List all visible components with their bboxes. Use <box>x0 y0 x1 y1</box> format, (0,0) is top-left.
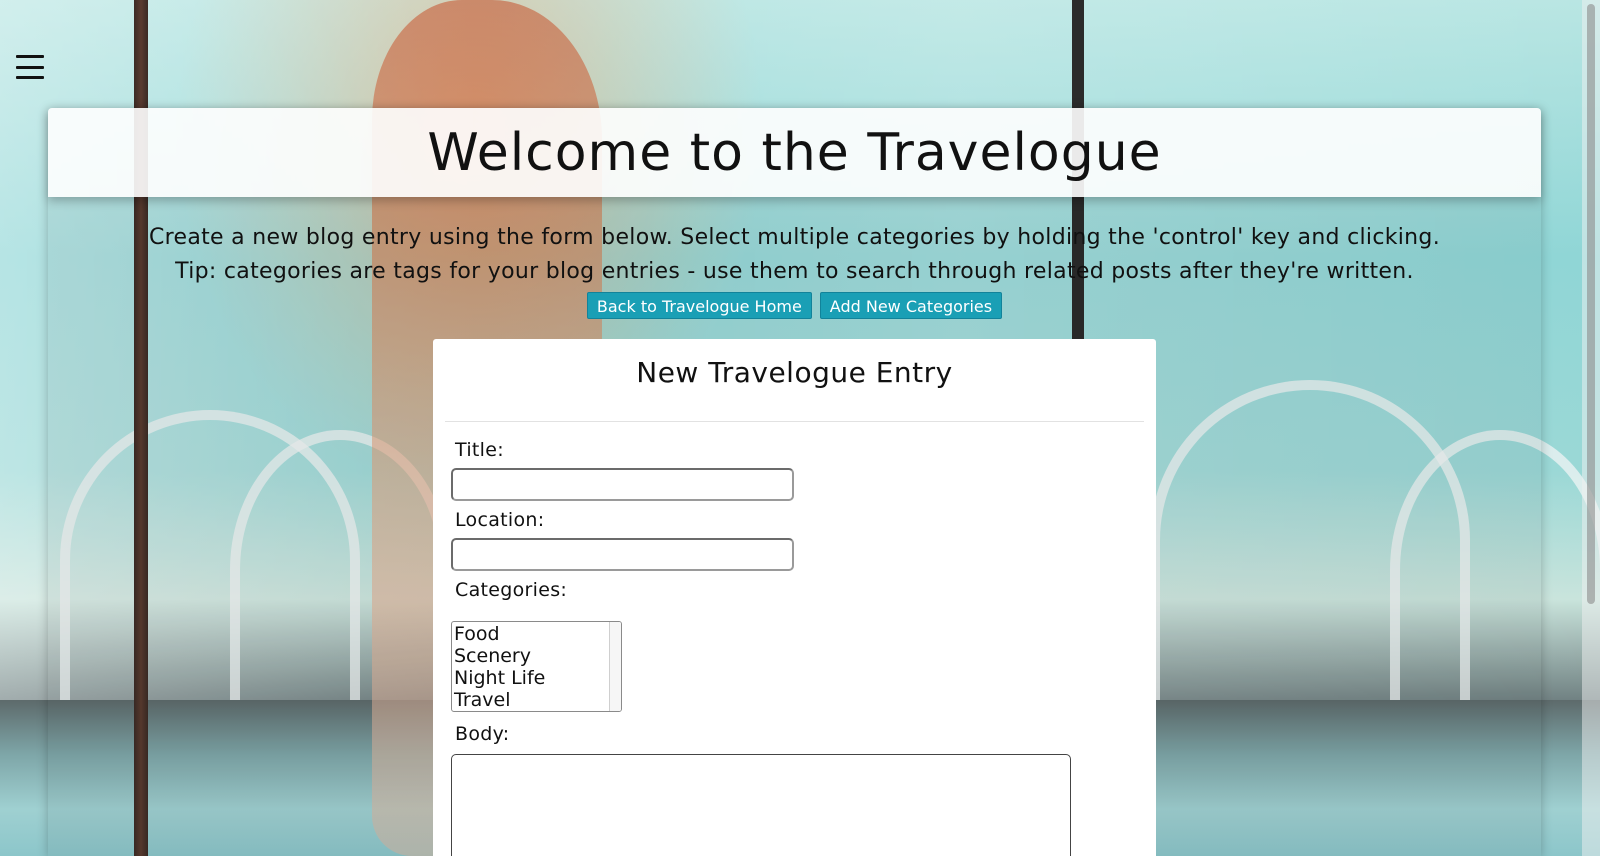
category-option[interactable]: Travel <box>452 689 610 711</box>
categories-select[interactable]: Food Scenery Night Life Travel <box>451 621 622 712</box>
title-label: Title: <box>455 439 504 461</box>
new-entry-form: New Travelogue Entry Title: Location: Ca… <box>433 339 1156 856</box>
location-input[interactable] <box>451 538 794 571</box>
form-heading: New Travelogue Entry <box>636 356 953 389</box>
body-label: Body: <box>455 723 510 745</box>
categories-scrollbar[interactable] <box>609 622 621 711</box>
category-option[interactable]: Night Life <box>452 667 610 689</box>
intro-line-2: Tip: categories are tags for your blog e… <box>175 259 1414 284</box>
title-input[interactable] <box>451 468 794 501</box>
page-title: Welcome to the Travelogue <box>427 122 1162 183</box>
nav-buttons: Back to Travelogue Home Add New Categori… <box>48 292 1541 319</box>
location-label: Location: <box>455 509 545 531</box>
categories-label: Categories: <box>455 579 568 601</box>
page-scrollbar-thumb[interactable] <box>1587 4 1595 604</box>
category-option[interactable]: Scenery <box>452 645 610 667</box>
back-to-home-button[interactable]: Back to Travelogue Home <box>586 292 812 319</box>
form-divider <box>445 421 1144 422</box>
intro-text: Create a new blog entry using the form b… <box>48 221 1541 289</box>
category-option[interactable]: Food <box>452 623 610 645</box>
page-header: Welcome to the Travelogue <box>48 108 1541 197</box>
page-scrollbar[interactable] <box>1582 0 1600 856</box>
intro-line-1: Create a new blog entry using the form b… <box>148 225 1440 250</box>
add-new-categories-button[interactable]: Add New Categories <box>819 292 1003 319</box>
body-textarea[interactable] <box>451 754 1071 856</box>
hamburger-menu-icon[interactable] <box>16 55 44 79</box>
